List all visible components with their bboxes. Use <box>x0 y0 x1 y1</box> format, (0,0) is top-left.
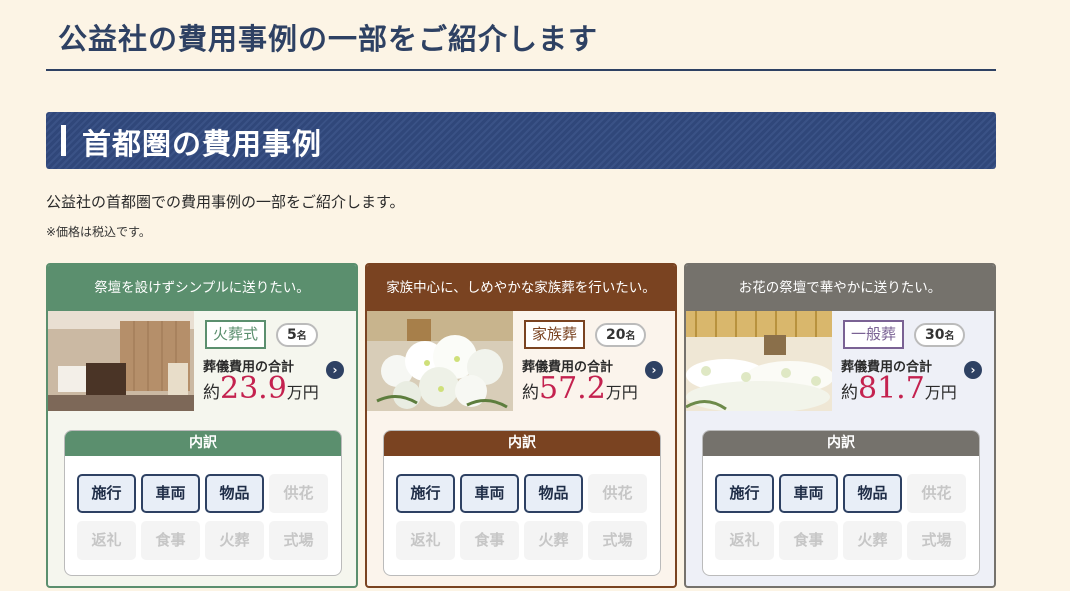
breakdown-item: 食事 <box>460 521 519 560</box>
breakdown-item: 式場 <box>907 521 966 560</box>
breakdown-item: 物品 <box>524 474 583 513</box>
funeral-type-tag: 一般葬 <box>843 320 905 349</box>
attendee-count-badge: 5名 <box>276 323 318 347</box>
breakdown-item: 供花 <box>907 474 966 513</box>
breakdown-item: 車両 <box>460 474 519 513</box>
page-title: 公益社の費用事例の一部をご紹介します <box>58 22 599 56</box>
attendee-count-badge: 30名 <box>914 323 966 347</box>
breakdown-item: 車両 <box>779 474 838 513</box>
room-photo <box>48 311 194 411</box>
card-headline: 家族中心に、しめやかな家族葬を行いたい。 <box>367 265 675 311</box>
breakdown-items: 施行 車両 物品 供花 返礼 食事 火葬 式場 <box>77 474 329 560</box>
breakdown-item: 返礼 <box>715 521 774 560</box>
breakdown-item: 火葬 <box>205 521 264 560</box>
funeral-type-tag: 家族葬 <box>524 320 586 349</box>
title-divider <box>46 69 996 71</box>
breakdown-item: 式場 <box>269 521 328 560</box>
breakdown-title: 内訳 <box>703 431 979 456</box>
breakdown-item: 供花 <box>269 474 328 513</box>
breakdown-item: 食事 <box>141 521 200 560</box>
total-price: 約81.7万円 <box>841 371 957 406</box>
breakdown-item: 食事 <box>779 521 838 560</box>
case-card-family[interactable]: 家族中心に、しめやかな家族葬を行いたい。 家族葬 20名 葬儀費用の合計 約57… <box>365 263 677 588</box>
total-price: 約57.2万円 <box>522 371 638 406</box>
breakdown-item: 物品 <box>205 474 264 513</box>
banner-accent-bar <box>61 125 66 156</box>
breakdown-item: 施行 <box>715 474 774 513</box>
chevron-right-icon[interactable]: › <box>645 361 663 379</box>
flower-altar-photo <box>367 311 513 411</box>
chevron-right-icon[interactable]: › <box>326 361 344 379</box>
total-price: 約23.9万円 <box>203 371 319 406</box>
breakdown-item: 施行 <box>77 474 136 513</box>
attendee-count-badge: 20名 <box>595 323 647 347</box>
card-headline: お花の祭壇で華やかに送りたい。 <box>686 265 994 311</box>
cost-breakdown: 内訳 施行 車両 物品 供花 返礼 食事 火葬 式場 <box>702 430 980 576</box>
breakdown-items: 施行 車両 物品 供花 返礼 食事 火葬 式場 <box>396 474 648 560</box>
card-headline: 祭壇を設けずシンプルに送りたい。 <box>48 265 356 311</box>
funeral-type-tag: 火葬式 <box>205 320 267 349</box>
breakdown-item: 返礼 <box>396 521 455 560</box>
section-banner: 首都圏の費用事例 <box>46 112 996 169</box>
chevron-right-icon[interactable]: › <box>964 361 982 379</box>
breakdown-title: 内訳 <box>384 431 660 456</box>
case-card-cremation[interactable]: 祭壇を設けずシンプルに送りたい。 火葬式 5名 葬儀費用の合計 約23.9万円 … <box>46 263 358 588</box>
breakdown-item: 火葬 <box>843 521 902 560</box>
breakdown-item: 式場 <box>588 521 647 560</box>
breakdown-item: 返礼 <box>77 521 136 560</box>
tax-note: ※価格は税込です。 <box>46 225 151 239</box>
breakdown-item: 物品 <box>843 474 902 513</box>
cost-breakdown: 内訳 施行 車両 物品 供花 返礼 食事 火葬 式場 <box>383 430 661 576</box>
intro-text: 公益社の首都圏での費用事例の一部をご紹介します。 <box>46 193 405 211</box>
hall-photo <box>686 311 832 411</box>
breakdown-item: 車両 <box>141 474 200 513</box>
breakdown-item: 施行 <box>396 474 455 513</box>
breakdown-item: 火葬 <box>524 521 583 560</box>
breakdown-item: 供花 <box>588 474 647 513</box>
case-card-general[interactable]: お花の祭壇で華やかに送りたい。 一般葬 30名 葬儀費用の合計 約81.7万円 … <box>684 263 996 588</box>
section-title: 首都圏の費用事例 <box>82 127 323 161</box>
cost-breakdown: 内訳 施行 車両 物品 供花 返礼 食事 火葬 式場 <box>64 430 342 576</box>
breakdown-items: 施行 車両 物品 供花 返礼 食事 火葬 式場 <box>715 474 967 560</box>
breakdown-title: 内訳 <box>65 431 341 456</box>
